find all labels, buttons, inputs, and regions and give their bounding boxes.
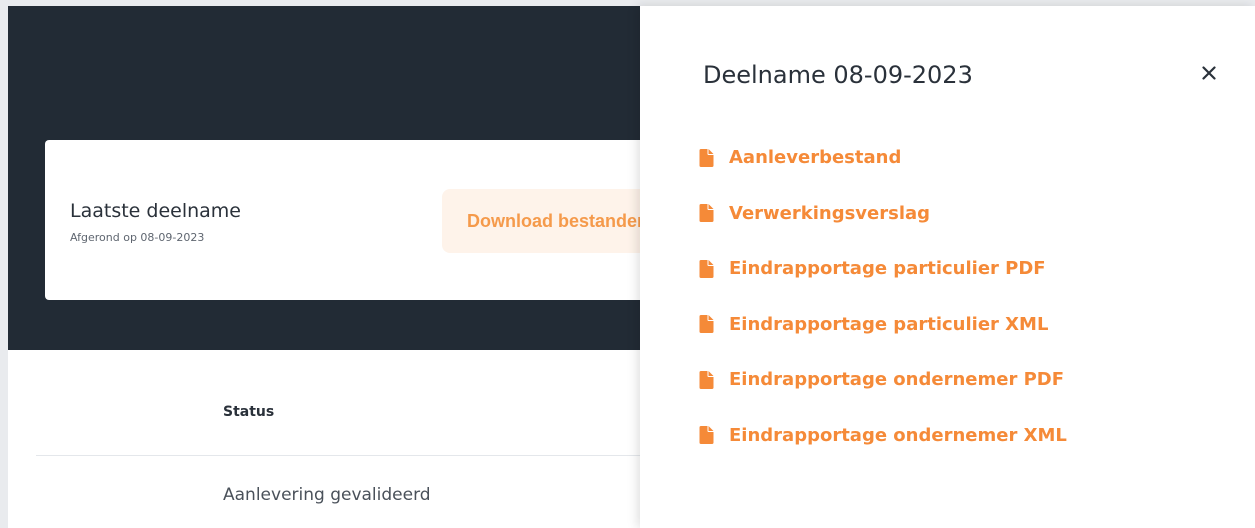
file-icon <box>699 370 714 389</box>
document-link-label: Verwerkingsverslag <box>729 202 931 224</box>
document-link-particulier-xml[interactable]: Eindrapportage particulier XML <box>698 297 1067 353</box>
card-title: Laatste deelname <box>70 200 241 222</box>
card-subtitle: Afgerond op 08-09-2023 <box>70 231 205 244</box>
file-icon <box>699 426 714 445</box>
document-link-label: Aanleverbestand <box>729 147 902 169</box>
document-link-label: Eindrapportage ondernemer PDF <box>729 369 1065 391</box>
panel-title: Deelname 08-09-2023 <box>703 61 973 89</box>
download-files-button[interactable]: Download bestanden <box>442 189 672 253</box>
participation-side-panel: Deelname 08-09-2023 Aanleverbestand Verw… <box>640 6 1255 528</box>
status-table: Status Aanlevering gevalideerd <box>8 350 640 528</box>
table-cell-status: Aanlevering gevalideerd <box>223 485 431 505</box>
file-icon <box>699 259 714 278</box>
document-link-label: Eindrapportage ondernemer XML <box>729 424 1067 446</box>
latest-participation-card: Laatste deelname Afgerond op 08-09-2023 … <box>45 140 672 300</box>
close-icon <box>1202 66 1216 80</box>
document-link-ondernemer-pdf[interactable]: Eindrapportage ondernemer PDF <box>698 352 1067 408</box>
file-icon <box>699 204 714 223</box>
document-link-aanleverbestand[interactable]: Aanleverbestand <box>698 130 1067 186</box>
file-icon <box>699 315 714 334</box>
document-link-verwerkingsverslag[interactable]: Verwerkingsverslag <box>698 186 1067 242</box>
document-list: Aanleverbestand Verwerkingsverslag Eindr… <box>698 130 1067 463</box>
row-divider <box>36 455 640 456</box>
document-link-particulier-pdf[interactable]: Eindrapportage particulier PDF <box>698 241 1067 297</box>
file-icon <box>699 148 714 167</box>
document-link-ondernemer-xml[interactable]: Eindrapportage ondernemer XML <box>698 408 1067 464</box>
page: Laatste deelname Afgerond op 08-09-2023 … <box>0 0 1255 528</box>
column-header-status: Status <box>223 404 275 420</box>
document-link-label: Eindrapportage particulier XML <box>729 313 1049 335</box>
close-button[interactable] <box>1194 58 1224 88</box>
left-edge <box>0 0 8 528</box>
document-link-label: Eindrapportage particulier PDF <box>729 258 1046 280</box>
